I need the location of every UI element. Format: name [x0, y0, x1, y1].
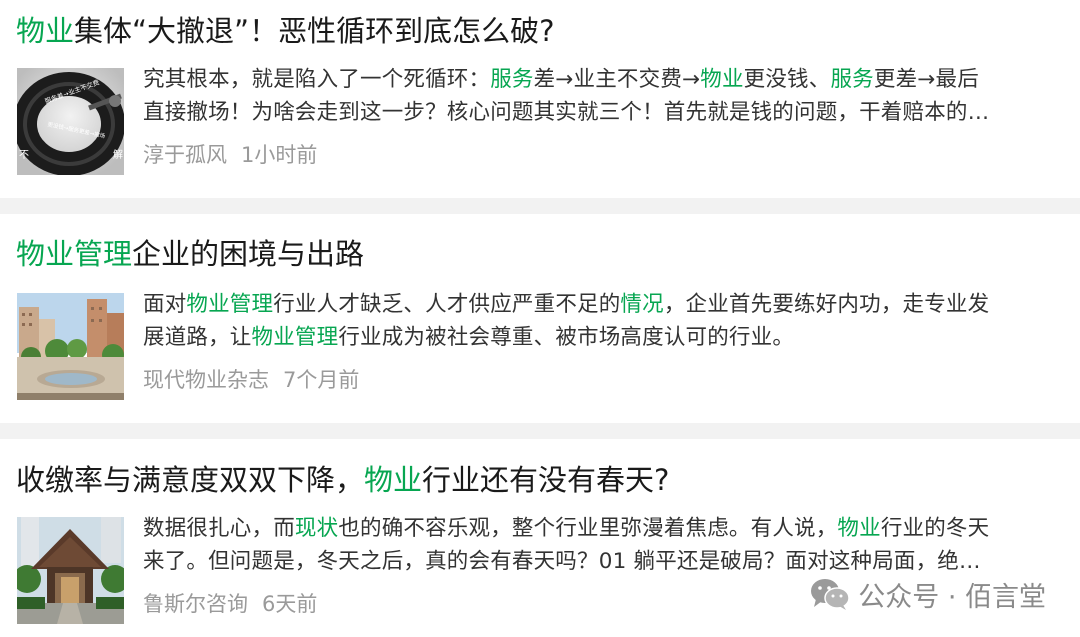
community-gate-thumbnail[interactable] — [17, 517, 124, 624]
residential-plaza-thumbnail[interactable] — [17, 293, 124, 400]
snippet-line: 来了。但问题是，冬天之后，真的会有春天吗？01 躺平还是破局？面对这种局面，绝… — [143, 545, 1063, 578]
wechat-icon — [811, 579, 850, 610]
card-separator — [0, 423, 1080, 439]
ring-image — [17, 68, 124, 175]
text-segment: 展道路，让 — [143, 325, 252, 350]
ring-text-left: 不 — [19, 150, 29, 161]
text-segment: 面对 — [143, 292, 187, 317]
highlighted-keyword: 物业 — [364, 463, 423, 497]
article-source[interactable]: 现代物业杂志 — [143, 368, 269, 392]
highlighted-keyword: 服务 — [490, 67, 534, 92]
highlighted-keyword: 物业管理 — [16, 237, 133, 271]
highlighted-keyword: 情况 — [620, 292, 664, 317]
gate-image — [17, 517, 124, 624]
text-segment: 行业的冬天 — [880, 516, 990, 541]
text-segment: 集体“大撤退”！恶性循环到底怎么破? — [74, 14, 555, 48]
snippet-line: 究其根本，就是陷入了一个死循环：服务差→业主不交费→物业更没钱、服务更差→最后 — [143, 63, 1063, 96]
article-title[interactable]: 物业管理企业的困境与出路 — [16, 236, 364, 272]
highlighted-keyword: 物业管理 — [251, 325, 339, 350]
text-segment: 行业成为被社会尊重、被市场高度认可的行业。 — [338, 325, 795, 350]
article-card-1[interactable]: 物业集体“大撤退”！恶性循环到底怎么破? 服务差→业主不交费 不 解 更没钱→服… — [0, 0, 1080, 198]
article-snippet: 究其根本，就是陷入了一个死循环：服务差→业主不交费→物业更没钱、服务更差→最后 … — [143, 63, 1063, 129]
article-source[interactable]: 鲁斯尔咨询 — [143, 592, 248, 616]
ring-text-right: 解 — [113, 150, 123, 161]
snippet-line: 直接撤场！为啥会走到这一步？核心问题其实就三个！首先就是钱的问题，干着赔本的… — [143, 96, 1063, 129]
highlighted-keyword: 服务 — [830, 67, 874, 92]
plaza-image — [17, 293, 124, 400]
article-time: 1小时前 — [241, 143, 318, 167]
article-meta: 现代物业杂志 7个月前 — [143, 366, 359, 394]
highlighted-keyword: 现状 — [294, 516, 339, 541]
text-segment: 更差→最后 — [873, 67, 979, 92]
article-title[interactable]: 物业集体“大撤退”！恶性循环到底怎么破? — [16, 13, 554, 49]
article-time: 7个月前 — [283, 368, 360, 392]
watermark: 公众号 · 佰言堂 — [810, 576, 1046, 613]
highlighted-keyword: 物业 — [700, 67, 744, 92]
article-time: 6天前 — [262, 592, 318, 616]
text-segment: 数据很扎心，而 — [143, 516, 295, 541]
text-segment: 直接撤场！为啥会走到这一步？核心问题其实就三个！首先就是钱的问题，干着赔本的… — [143, 100, 990, 125]
snippet-line: 面对物业管理行业人才缺乏、人才供应严重不足的情况，企业首先要练好内功，走专业发 — [143, 288, 1063, 321]
article-source[interactable]: 淳于孤风 — [143, 143, 227, 167]
article-meta: 淳于孤风 1小时前 — [143, 141, 317, 169]
article-snippet: 数据很扎心，而现状也的确不容乐观，整个行业里弥漫着焦虑。有人说，物业行业的冬天 … — [143, 512, 1063, 578]
article-meta: 鲁斯尔咨询 6天前 — [143, 590, 317, 618]
text-segment: 收缴率与满意度双双下降， — [16, 463, 365, 497]
text-segment: 行业人才缺乏、人才供应严重不足的 — [273, 292, 621, 317]
highlighted-keyword: 物业管理 — [186, 292, 274, 317]
text-segment: 也的确不容乐观，整个行业里弥漫着焦虑。有人说， — [338, 516, 838, 541]
text-segment: 更没钱、 — [743, 67, 831, 92]
dark-ring-thumbnail[interactable]: 服务差→业主不交费 不 解 更没钱→服务更差→撤场 — [17, 68, 124, 175]
text-segment: 企业的困境与出路 — [132, 237, 365, 271]
search-results-feed: 物业集体“大撤退”！恶性循环到底怎么破? 服务差→业主不交费 不 解 更没钱→服… — [0, 0, 1080, 637]
text-segment: 行业还有没有春天? — [422, 463, 670, 497]
article-snippet: 面对物业管理行业人才缺乏、人才供应严重不足的情况，企业首先要练好内功，走专业发 … — [143, 288, 1063, 354]
text-segment: ，企业首先要练好内功，走专业发 — [663, 292, 990, 317]
highlighted-keyword: 物业 — [16, 14, 75, 48]
article-title[interactable]: 收缴率与满意度双双下降，物业行业还有没有春天? — [16, 462, 669, 498]
text-segment: 来了。但问题是，冬天之后，真的会有春天吗？01 躺平还是破局？面对这种局面，绝… — [143, 549, 981, 574]
watermark-text: 公众号 · 佰言堂 — [858, 581, 1046, 613]
snippet-line: 数据很扎心，而现状也的确不容乐观，整个行业里弥漫着焦虑。有人说，物业行业的冬天 — [143, 512, 1063, 545]
text-segment: 究其根本，就是陷入了一个死循环： — [143, 67, 491, 92]
text-segment: 差→业主不交费→ — [533, 67, 701, 92]
highlighted-keyword: 物业 — [837, 516, 881, 541]
card-separator — [0, 198, 1080, 214]
snippet-line: 展道路，让物业管理行业成为被社会尊重、被市场高度认可的行业。 — [143, 321, 1063, 354]
article-card-2[interactable]: 物业管理企业的困境与出路 面对物业管理行业人才缺乏、人才供应严重不足的情况，企业… — [0, 214, 1080, 423]
